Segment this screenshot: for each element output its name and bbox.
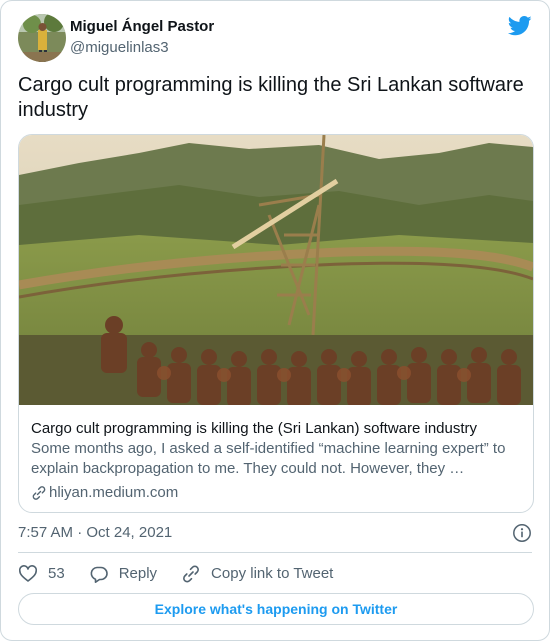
tweet-header: Miguel Ángel Pastor @miguelinlas3 <box>18 14 532 62</box>
copy-link-label: Copy link to Tweet <box>211 565 334 582</box>
avatar[interactable] <box>18 14 66 62</box>
like-button[interactable]: 53 <box>18 564 65 584</box>
link-preview-image[interactable] <box>19 135 533 405</box>
link-domain-row: hliyan.medium.com <box>31 483 521 503</box>
copy-link-button[interactable]: Copy link to Tweet <box>181 564 333 584</box>
info-icon[interactable] <box>512 523 532 543</box>
reply-button[interactable]: Reply <box>89 564 157 584</box>
author-handle[interactable]: @miguelinlas3 <box>70 38 214 58</box>
link-icon <box>32 486 46 500</box>
author-display-name[interactable]: Miguel Ángel Pastor <box>70 17 214 37</box>
explore-twitter-button[interactable]: Explore what's happening on Twitter <box>18 593 534 625</box>
link-title[interactable]: Cargo cult programming is killing the (S… <box>31 419 521 439</box>
tweet-embed-card: Miguel Ángel Pastor @miguelinlas3 Cargo … <box>0 0 550 641</box>
like-count: 53 <box>48 565 65 582</box>
tweet-actions: 53 Reply Copy link to Tweet <box>18 564 357 584</box>
reply-icon <box>90 566 108 583</box>
heart-icon <box>18 565 38 582</box>
divider <box>18 552 532 553</box>
brand-bird-icon[interactable] <box>508 16 532 36</box>
tweet-text: Cargo cult programming is killing the Sr… <box>18 74 524 121</box>
copy-link-icon <box>183 565 199 583</box>
link-description: Some months ago, I asked a self-identifi… <box>31 440 506 477</box>
reply-label: Reply <box>118 565 158 582</box>
timestamp-row: 7:57 AM · Oct 24, 2021 <box>18 523 532 543</box>
timestamp[interactable]: 7:57 AM · Oct 24, 2021 <box>18 524 172 541</box>
author-names[interactable]: Miguel Ángel Pastor @miguelinlas3 <box>70 17 214 58</box>
link-preview-card[interactable]: Cargo cult programming is killing the (S… <box>18 134 534 513</box>
link-domain: hliyan.medium.com <box>49 484 179 501</box>
link-preview-text[interactable]: Cargo cult programming is killing the (S… <box>31 419 521 503</box>
